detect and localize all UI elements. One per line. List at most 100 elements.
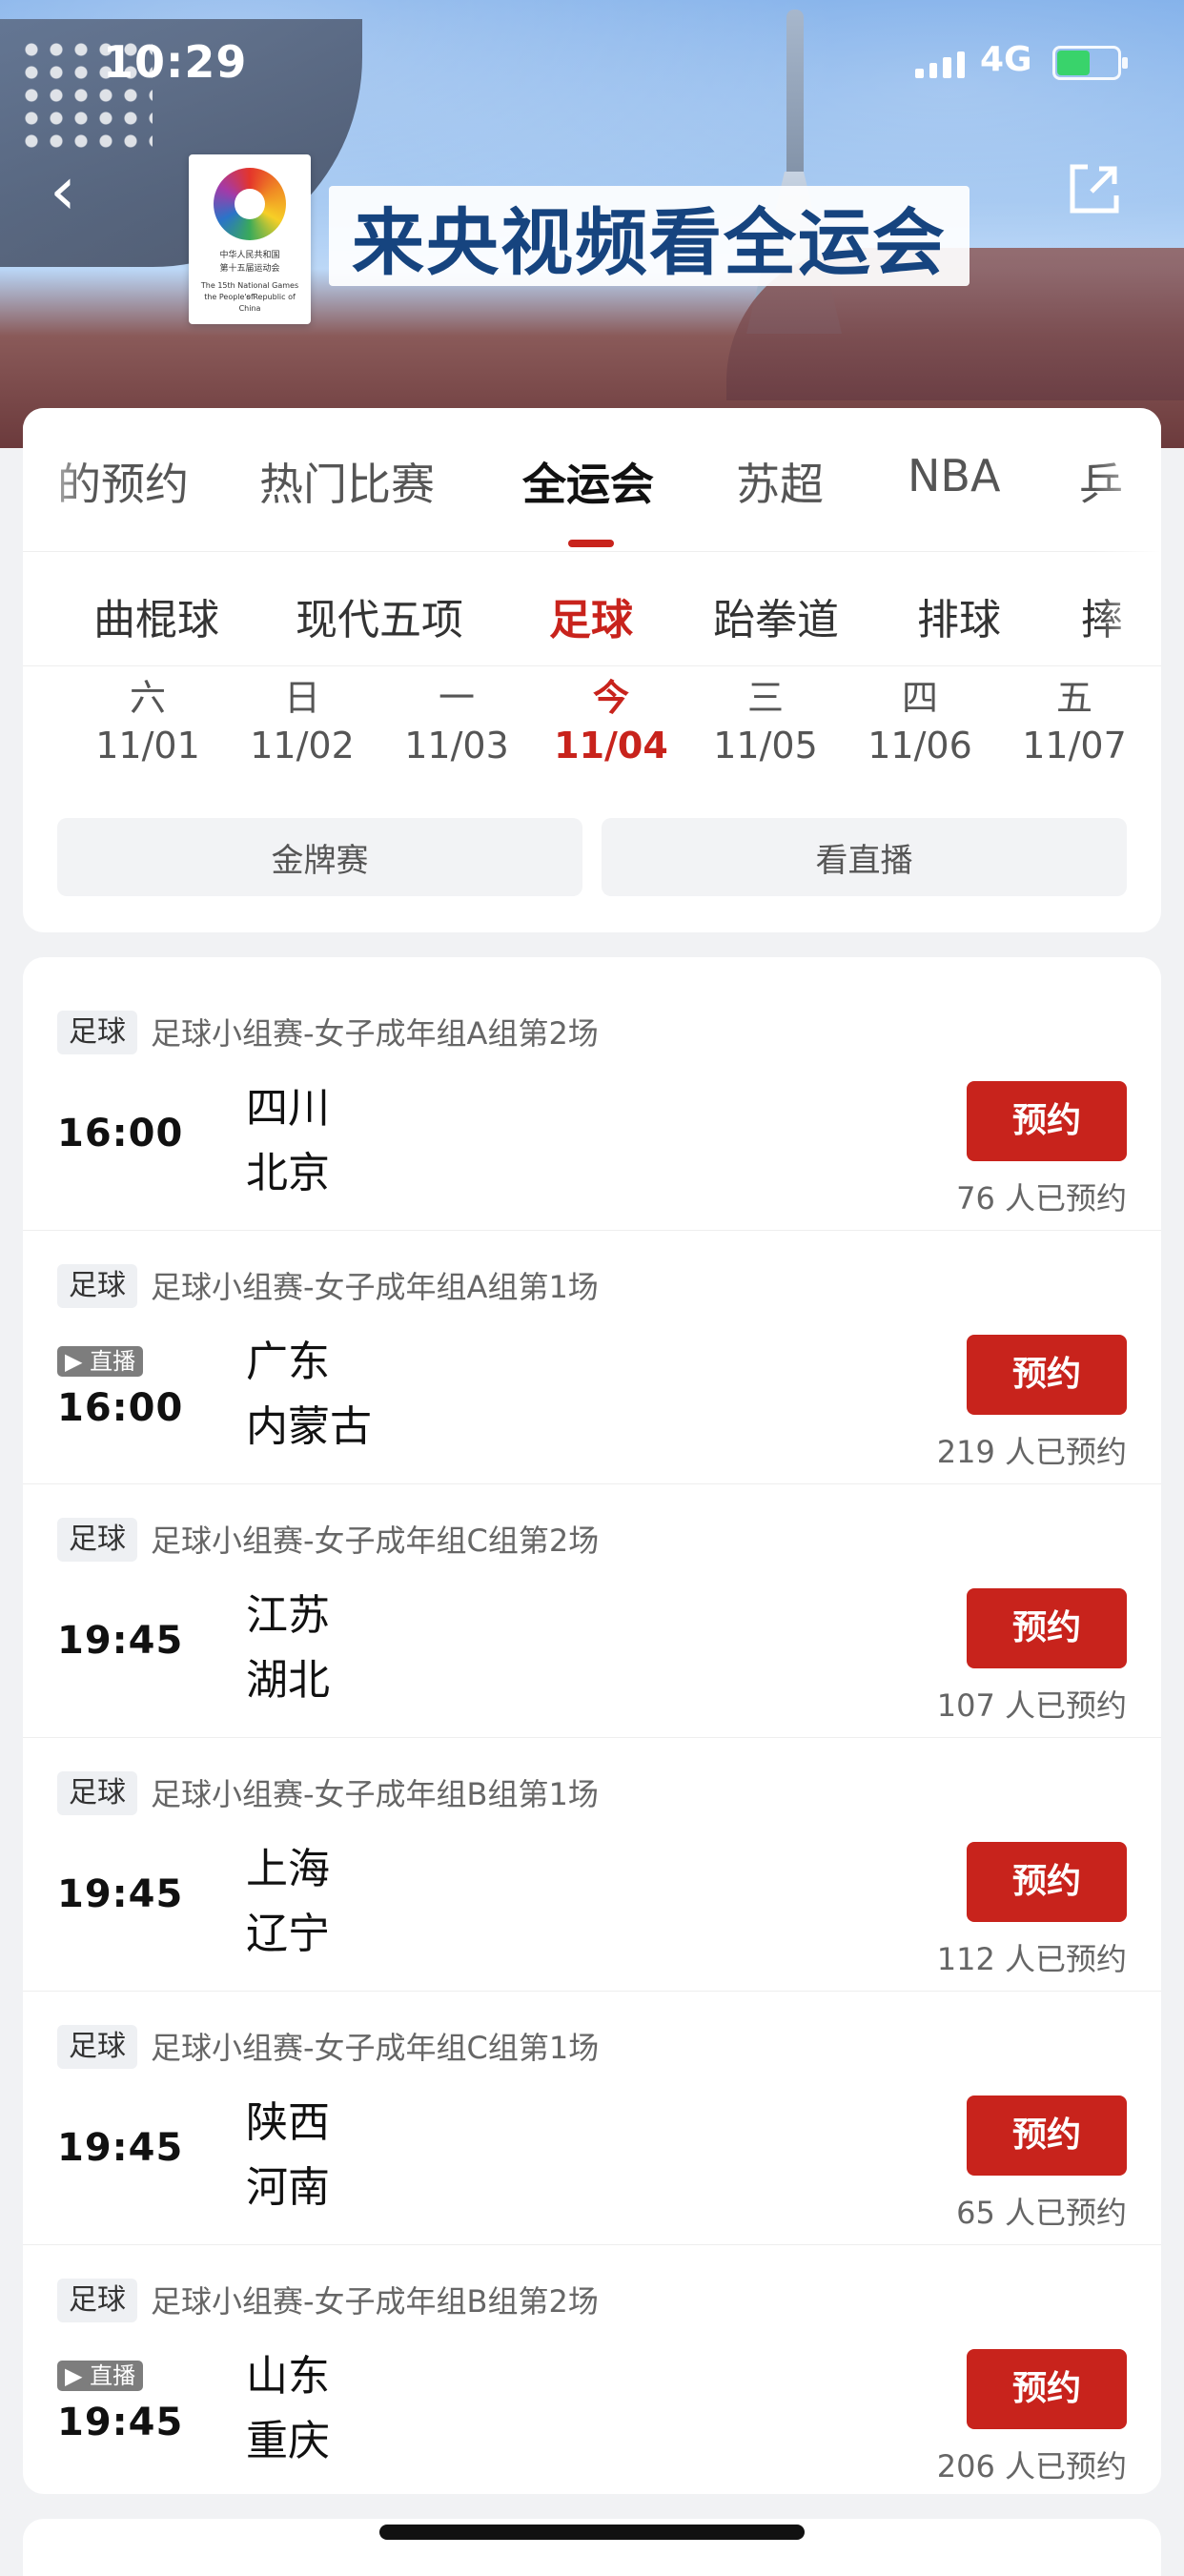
sport-tag: 足球 — [57, 1011, 137, 1054]
sport-tab-volleyball[interactable]: 排球 — [917, 585, 1001, 646]
match-time: 16:00 — [57, 1112, 184, 1155]
date-item[interactable]: 一 11/03 — [385, 677, 528, 772]
network-label: 4G — [980, 40, 1032, 79]
tab-my-reservations[interactable]: 的预约 — [57, 450, 189, 513]
tab-national-games[interactable]: 全运会 — [522, 450, 654, 513]
sport-tag: 足球 — [57, 2279, 137, 2322]
match-title: 足球小组赛-女子成年组A组第1场 — [151, 1269, 599, 1305]
home-indicator[interactable] — [379, 2525, 805, 2540]
reservation-count: 112 人已预约 — [936, 1941, 1127, 1977]
battery-icon — [1052, 46, 1128, 80]
date-item-today[interactable]: 今 11/04 — [540, 677, 683, 772]
sport-tab-football[interactable]: 足球 — [549, 585, 633, 646]
games-logo: 中华人民共和国 第十五届运动会 The 15th National Games … — [189, 154, 311, 324]
watch-live-filter-button[interactable]: 看直播 — [602, 818, 1127, 896]
match-time: 19:45 — [57, 1619, 184, 1663]
match-title: 足球小组赛-女子成年组C组第2场 — [151, 1523, 600, 1559]
hero-title-text: 来央视频看全运会 — [352, 199, 947, 285]
match-title: 足球小组赛-女子成年组B组第2场 — [151, 2283, 599, 2320]
match-title: 足球小组赛-女子成年组A组第2场 — [151, 1015, 599, 1052]
sport-tab-bar: 曲棍球 现代五项 足球 跆拳道 排球 摔 — [23, 551, 1161, 666]
sport-tag: 足球 — [57, 1264, 137, 1308]
reserve-button[interactable]: 预约 — [967, 1081, 1127, 1161]
date-value: 11/01 — [95, 725, 200, 767]
match-row[interactable]: 足球 足球小组赛-女子成年组C组第2场 19:45 江苏 湖北 预约 107 人… — [23, 1483, 1161, 1738]
match-row[interactable]: 足球 足球小组赛-女子成年组C组第1场 19:45 陕西 河南 预约 65 人已… — [23, 1991, 1161, 2245]
filter-card: 的预约 热门比赛 全运会 苏超 NBA 乒 曲棍球 现代五项 足球 跆拳道 排球… — [23, 408, 1161, 932]
team-away: 北京 — [246, 1149, 330, 1197]
hero-banner: 10:29 4G ‹ 中华人民共和国 第十五届运动会 The 15th Nati… — [0, 0, 1184, 448]
quick-filter-row: 金牌赛 看直播 — [57, 818, 1127, 896]
sport-tag: 足球 — [57, 1518, 137, 1562]
match-time: 16:00 — [57, 1386, 184, 1430]
reserve-button[interactable]: 预约 — [967, 1588, 1127, 1668]
date-weekday: 今 — [592, 677, 629, 719]
date-item[interactable]: 六 11/01 — [76, 677, 219, 772]
match-row[interactable]: 足球 足球小组赛-女子成年组B组第1场 19:45 上海 辽宁 预约 112 人… — [23, 1737, 1161, 1992]
signal-icon — [915, 46, 965, 78]
team-away: 辽宁 — [246, 1910, 330, 1958]
match-time: 19:45 — [57, 2126, 184, 2170]
gold-medal-filter-button[interactable]: 金牌赛 — [57, 818, 582, 896]
reservation-count: 219 人已预约 — [936, 1434, 1127, 1470]
team-home: 广东 — [246, 1338, 330, 1386]
match-time: 19:45 — [57, 1872, 184, 1916]
logo-text-line: the People's Republic of China — [204, 293, 296, 313]
tab-hot-matches[interactable]: 热门比赛 — [259, 450, 435, 513]
tab-suchao[interactable]: 苏超 — [736, 450, 824, 513]
back-button[interactable]: ‹ — [50, 157, 107, 224]
reserve-button[interactable]: 预约 — [967, 1335, 1127, 1415]
reservation-count: 76 人已预约 — [956, 1180, 1127, 1216]
reserve-button[interactable]: 预约 — [967, 1842, 1127, 1922]
share-button[interactable] — [1063, 157, 1126, 220]
status-bar: 10:29 4G — [0, 0, 1184, 129]
sport-tag: 足球 — [57, 1771, 137, 1815]
team-away: 重庆 — [246, 2417, 330, 2465]
reservation-count: 107 人已预约 — [936, 1687, 1127, 1724]
sport-tab-wrestling[interactable]: 摔 — [1081, 585, 1123, 646]
team-home: 四川 — [246, 1084, 330, 1133]
team-home: 陕西 — [246, 2098, 330, 2147]
date-weekday: 五 — [1055, 677, 1092, 719]
reserve-button[interactable]: 预约 — [967, 2349, 1127, 2429]
date-value: 11/02 — [250, 725, 355, 767]
main-tab-bar: 的预约 热门比赛 全运会 苏超 NBA 乒 — [23, 408, 1161, 552]
date-value: 11/06 — [868, 725, 972, 767]
live-badge: ▶ 直播 — [57, 1346, 144, 1377]
date-item[interactable]: 五 11/07 — [1003, 677, 1146, 772]
match-title: 足球小组赛-女子成年组C组第1场 — [151, 2030, 600, 2066]
status-time: 10:29 — [103, 36, 248, 88]
reservation-count: 206 人已预约 — [936, 2448, 1127, 2484]
hero-title: 来央视频看全运会 — [329, 186, 970, 286]
match-row[interactable]: 足球 足球小组赛-女子成年组B组第2场 ▶ 直播 19:45 山东 重庆 预约 … — [23, 2244, 1161, 2494]
sport-tab-pentathlon[interactable]: 现代五项 — [296, 585, 463, 646]
match-time: 19:45 — [57, 2401, 184, 2444]
sport-tag: 足球 — [57, 2025, 137, 2069]
match-row[interactable]: 足球 足球小组赛-女子成年组A组第2场 16:00 四川 北京 预约 76 人已… — [23, 976, 1161, 1231]
back-icon: ‹ — [50, 152, 76, 230]
live-badge: ▶ 直播 — [57, 2361, 144, 2391]
date-value: 11/04 — [554, 725, 668, 767]
tab-nba[interactable]: NBA — [908, 450, 1000, 501]
date-item[interactable]: 三 11/05 — [694, 677, 837, 772]
match-list: 足球 足球小组赛-女子成年组A组第2场 16:00 四川 北京 预约 76 人已… — [23, 957, 1161, 2494]
date-value: 11/07 — [1022, 725, 1127, 767]
reserve-button[interactable]: 预约 — [967, 2096, 1127, 2176]
share-icon — [1070, 164, 1119, 214]
date-item[interactable]: 日 11/02 — [231, 677, 374, 772]
team-home: 山东 — [246, 2352, 330, 2401]
date-weekday: 三 — [746, 677, 784, 719]
tab-ping-pong[interactable]: 乒 — [1079, 450, 1123, 513]
date-weekday: 四 — [901, 677, 938, 719]
date-weekday: 日 — [283, 677, 320, 719]
date-selector: 六 11/01 日 11/02 一 11/03 今 11/04 三 11/05 … — [23, 677, 1161, 782]
sport-tab-hockey[interactable]: 曲棍球 — [93, 585, 219, 646]
logo-text-line: 第十五届运动会 — [219, 264, 280, 274]
sport-tab-taekwondo[interactable]: 跆拳道 — [713, 585, 839, 646]
date-item[interactable]: 四 11/06 — [848, 677, 991, 772]
match-row[interactable]: 足球 足球小组赛-女子成年组A组第1场 ▶ 直播 16:00 广东 内蒙古 预约… — [23, 1230, 1161, 1484]
team-away: 河南 — [246, 2163, 330, 2212]
active-tab-indicator — [568, 540, 614, 547]
team-away: 内蒙古 — [246, 1402, 372, 1451]
date-value: 11/05 — [713, 725, 818, 767]
